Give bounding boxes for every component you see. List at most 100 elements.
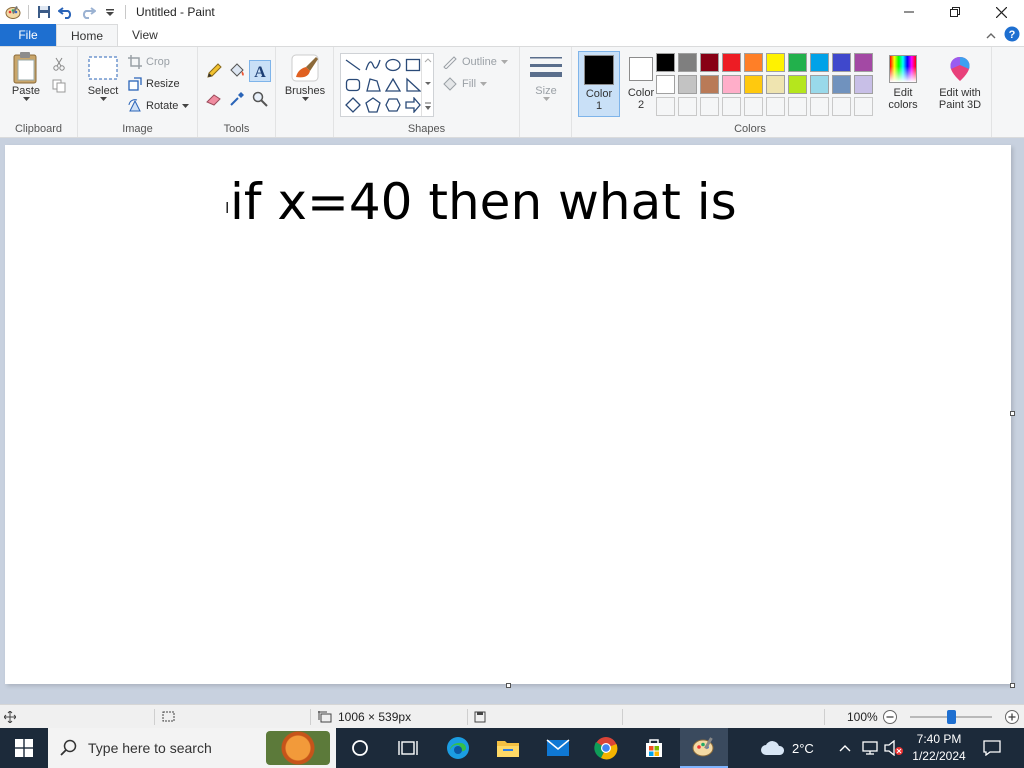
resize-handle-corner[interactable] (1010, 683, 1015, 688)
edit-colors-button[interactable]: Edit colors (880, 51, 926, 117)
mail-icon[interactable] (534, 728, 582, 768)
drawing-canvas[interactable]: if x=40 then what is I (5, 145, 1011, 684)
close-button[interactable] (978, 0, 1024, 24)
palette-swatch[interactable] (854, 75, 873, 94)
palette-swatch[interactable] (744, 53, 763, 72)
arrow-shape-icon[interactable] (403, 95, 423, 115)
palette-swatch[interactable] (810, 75, 829, 94)
palette-swatch[interactable] (832, 97, 851, 116)
microsoft-store-icon[interactable] (630, 728, 678, 768)
copy-icon[interactable] (48, 75, 70, 97)
redo-icon[interactable] (77, 1, 99, 23)
palette-swatch[interactable] (678, 75, 697, 94)
diamond-shape-icon[interactable] (343, 95, 363, 115)
tab-view[interactable]: View (118, 24, 172, 46)
triangle-shape-icon[interactable] (383, 75, 403, 95)
collapse-ribbon-icon[interactable] (986, 29, 996, 43)
palette-swatch[interactable] (700, 53, 719, 72)
select-button[interactable]: Select (82, 51, 124, 102)
chrome-browser-icon[interactable] (582, 728, 630, 768)
paste-button[interactable]: Paste (4, 51, 48, 102)
palette-swatch[interactable] (788, 75, 807, 94)
rotate-button[interactable]: Rotate (128, 96, 190, 116)
taskbar-clock[interactable]: 7:40 PM 1/22/2024 (906, 731, 972, 765)
volume-muted-icon[interactable] (884, 728, 904, 768)
palette-swatch[interactable] (766, 53, 785, 72)
restore-button[interactable] (932, 0, 978, 24)
hexagon-shape-icon[interactable] (383, 95, 403, 115)
rounded-rectangle-shape-icon[interactable] (343, 75, 363, 95)
palette-swatch[interactable] (656, 75, 675, 94)
taskbar-search-box[interactable]: Type here to search (48, 728, 336, 768)
resize-button[interactable]: Resize (128, 74, 180, 94)
curve-shape-icon[interactable] (363, 55, 383, 75)
network-icon[interactable] (862, 728, 880, 768)
edge-browser-icon[interactable] (434, 728, 482, 768)
palette-swatch[interactable] (678, 97, 697, 116)
start-button[interactable] (0, 728, 48, 768)
palette-swatch[interactable] (854, 53, 873, 72)
palette-swatch[interactable] (700, 75, 719, 94)
palette-swatch[interactable] (832, 53, 851, 72)
fill-button[interactable]: Fill (442, 74, 488, 94)
fill-bucket-icon[interactable] (226, 60, 248, 82)
task-view-icon[interactable] (384, 728, 432, 768)
palette-swatch[interactable] (656, 97, 675, 116)
weather-widget[interactable]: 2°C (760, 728, 814, 768)
palette-swatch[interactable] (766, 75, 785, 94)
rectangle-shape-icon[interactable] (403, 55, 423, 75)
edit-with-paint3d-button[interactable]: Edit with Paint 3D (932, 51, 988, 117)
outline-button[interactable]: Outline (442, 52, 508, 72)
zoom-in-button[interactable] (1004, 705, 1020, 729)
resize-handle-bottom[interactable] (506, 683, 511, 688)
palette-swatch[interactable] (788, 97, 807, 116)
palette-swatch[interactable] (766, 97, 785, 116)
magnifier-icon[interactable] (249, 88, 271, 110)
palette-swatch[interactable] (854, 97, 873, 116)
palette-swatch[interactable] (700, 97, 719, 116)
canvas-text[interactable]: if x=40 then what is (230, 173, 737, 231)
paint-app-icon[interactable] (2, 1, 24, 23)
cut-icon[interactable] (48, 53, 70, 75)
palette-swatch[interactable] (678, 53, 697, 72)
palette-swatch[interactable] (722, 75, 741, 94)
right-triangle-shape-icon[interactable] (403, 75, 423, 95)
text-tool-icon[interactable]: A (249, 60, 271, 82)
color-picker-icon[interactable] (226, 88, 248, 110)
shapes-scrollbar[interactable] (421, 54, 433, 116)
resize-handle-right[interactable] (1010, 411, 1015, 416)
palette-swatch[interactable] (788, 53, 807, 72)
palette-swatch[interactable] (810, 53, 829, 72)
notifications-icon[interactable] (980, 728, 1004, 768)
palette-swatch[interactable] (722, 53, 741, 72)
undo-icon[interactable] (55, 1, 77, 23)
paint-taskbar-icon[interactable] (680, 728, 728, 768)
file-explorer-icon[interactable] (484, 728, 532, 768)
brushes-button[interactable]: Brushes (282, 51, 328, 102)
tab-home[interactable]: Home (56, 24, 119, 46)
pencil-icon[interactable] (203, 60, 225, 82)
polygon-shape-icon[interactable] (363, 75, 383, 95)
zoom-out-button[interactable] (882, 705, 898, 729)
search-highlight-image[interactable] (266, 731, 330, 765)
minimize-button[interactable] (886, 0, 932, 24)
palette-swatch[interactable] (722, 97, 741, 116)
help-icon[interactable]: ? (1004, 26, 1020, 45)
palette-swatch[interactable] (810, 97, 829, 116)
palette-swatch[interactable] (832, 75, 851, 94)
oval-shape-icon[interactable] (383, 55, 403, 75)
line-shape-icon[interactable] (343, 55, 363, 75)
eraser-icon[interactable] (203, 88, 225, 110)
cortana-icon[interactable] (336, 728, 384, 768)
crop-button[interactable]: Crop (128, 52, 170, 72)
customize-qat-icon[interactable] (99, 1, 121, 23)
tab-file[interactable]: File (0, 24, 56, 46)
palette-swatch[interactable] (656, 53, 675, 72)
palette-swatch[interactable] (744, 97, 763, 116)
pentagon-shape-icon[interactable] (363, 95, 383, 115)
size-button[interactable]: Size (526, 51, 566, 102)
color1-button[interactable]: Color 1 (578, 51, 620, 117)
show-hidden-icons-button[interactable] (838, 728, 852, 768)
palette-swatch[interactable] (744, 75, 763, 94)
zoom-slider-thumb[interactable] (946, 710, 956, 724)
